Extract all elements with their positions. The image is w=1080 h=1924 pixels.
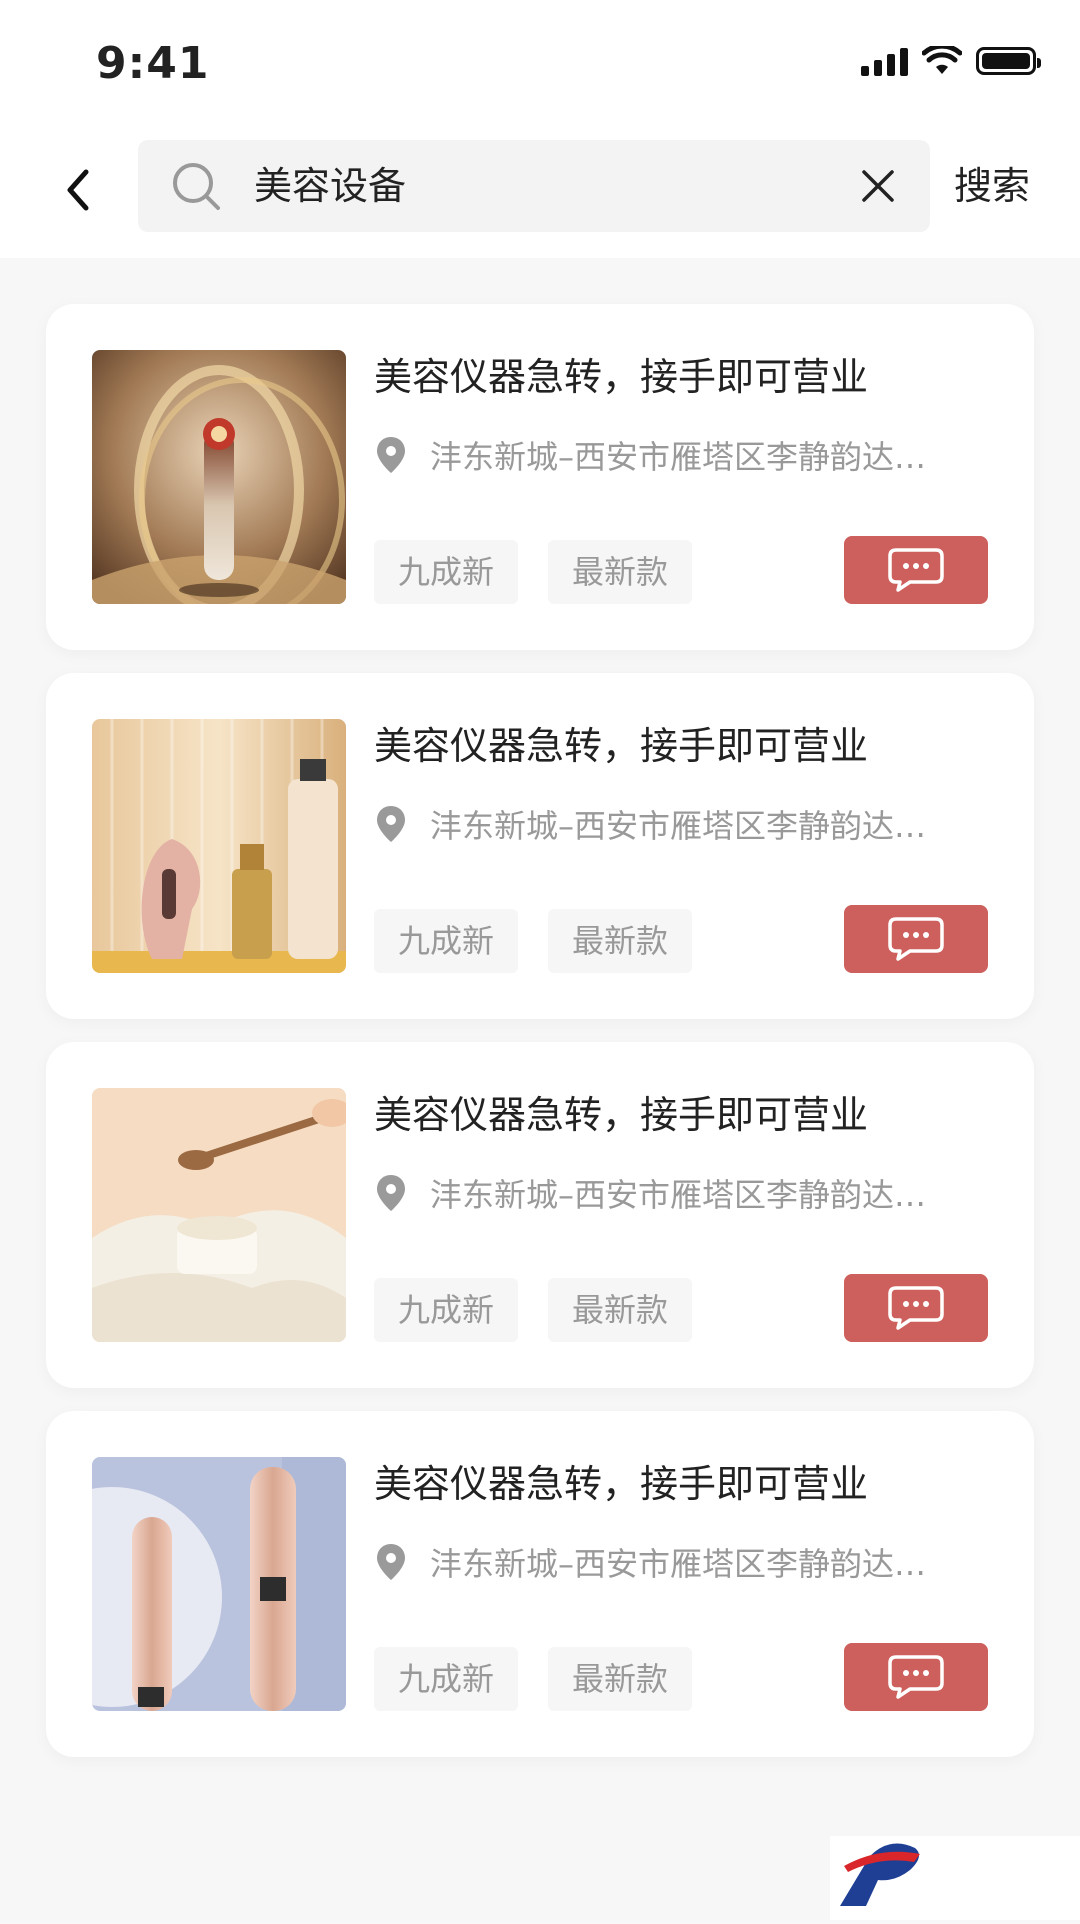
clear-icon[interactable] [860,168,896,204]
listing-location: 沣东新城–西安市雁塔区李静韵达… [374,432,994,478]
listing-card[interactable]: 美容仪器急转，接手即可营业 沣东新城–西安市雁塔区李静韵达… 九成新 最新款 [46,673,1034,1019]
listing-location: 沣东新城–西安市雁塔区李静韵达… [374,801,994,847]
listing-image [92,719,346,973]
status-bar: 9:41 [0,0,1080,130]
chat-bubble-icon [888,1655,944,1699]
listing-card[interactable]: 美容仪器急转，接手即可营业 沣东新城–西安市雁塔区李静韵达… 九成新 最新款 [46,304,1034,650]
listing-title: 美容仪器急转，接手即可营业 [374,724,869,768]
model-tag: 最新款 [548,1647,693,1711]
listing-list: 美容仪器急转，接手即可营业 沣东新城–西安市雁塔区李静韵达… 九成新 最新款 美… [46,304,1034,1780]
condition-tag: 九成新 [374,1647,519,1711]
chat-bubble-icon [888,548,944,592]
listing-card[interactable]: 美容仪器急转，接手即可营业 沣东新城–西安市雁塔区李静韵达… 九成新 最新款 [46,1411,1034,1757]
model-tag: 最新款 [548,1278,693,1342]
search-button[interactable]: 搜索 [954,160,1030,212]
chat-button[interactable] [844,905,988,973]
condition-tag: 九成新 [374,1278,519,1342]
listing-image [92,1088,346,1342]
listing-location: 沣东新城–西安市雁塔区李静韵达… [374,1539,994,1585]
watermark-logo [830,1836,1080,1920]
listing-address: 沣东新城–西安市雁塔区李静韵达… [430,1176,927,1214]
listing-title: 美容仪器急转，接手即可营业 [374,1093,869,1137]
listing-title: 美容仪器急转，接手即可营业 [374,1462,869,1506]
status-icons [861,46,1041,76]
listing-card[interactable]: 美容仪器急转，接手即可营业 沣东新城–西安市雁塔区李静韵达… 九成新 最新款 [46,1042,1034,1388]
model-tag: 最新款 [548,909,693,973]
listing-address: 沣东新城–西安市雁塔区李静韵达… [430,807,927,845]
cellular-signal-icon [861,46,908,76]
back-icon[interactable] [58,160,98,220]
search-header: 美容设备 搜索 [0,130,1080,258]
search-icon [173,163,220,210]
model-tag: 最新款 [548,540,693,604]
listing-address: 沣东新城–西安市雁塔区李静韵达… [430,438,927,476]
chat-button[interactable] [844,536,988,604]
chat-bubble-icon [888,1286,944,1330]
listing-address: 沣东新城–西安市雁塔区李静韵达… [430,1545,927,1583]
listing-image [92,1457,346,1711]
chat-button[interactable] [844,1643,988,1711]
location-pin-icon [377,437,405,473]
chat-button[interactable] [844,1274,988,1342]
search-input[interactable]: 美容设备 [138,140,930,232]
search-query: 美容设备 [254,164,407,208]
listing-title: 美容仪器急转，接手即可营业 [374,355,869,399]
listing-location: 沣东新城–西安市雁塔区李静韵达… [374,1170,994,1216]
condition-tag: 九成新 [374,909,519,973]
status-time: 9:41 [96,38,210,89]
condition-tag: 九成新 [374,540,519,604]
listing-image [92,350,346,604]
location-pin-icon [377,1544,405,1580]
wifi-icon [922,46,962,74]
battery-icon [976,47,1041,75]
chat-bubble-icon [888,917,944,961]
location-pin-icon [377,806,405,842]
location-pin-icon [377,1175,405,1211]
